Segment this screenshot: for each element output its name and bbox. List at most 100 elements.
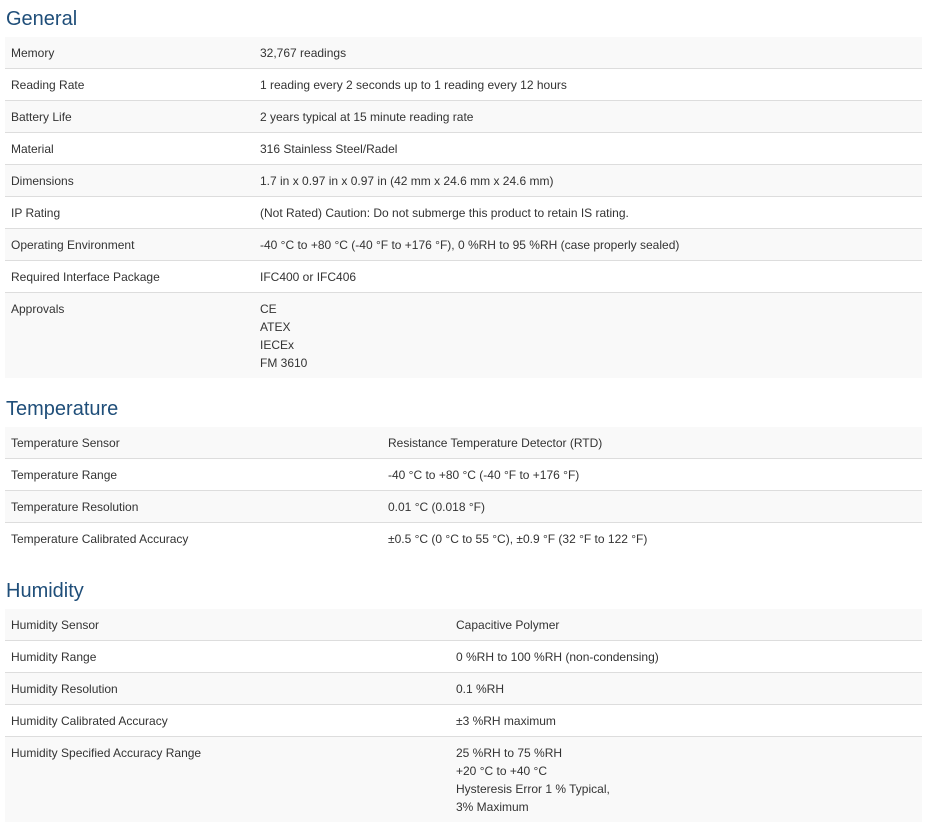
- spec-value-cell: 0 %RH to 100 %RH (non-condensing): [450, 640, 922, 673]
- spec-row: Humidity Calibrated Accuracy ±3 %RH maxim…: [5, 704, 922, 737]
- spec-label-cell: Humidity Sensor: [5, 609, 450, 641]
- spec-label: Approvals: [11, 302, 65, 316]
- spec-value-line: ±3 %RH maximum: [456, 714, 556, 728]
- spec-value-line: -40 °C to +80 °C (-40 °F to +176 °F), 0 …: [260, 238, 680, 252]
- spec-value: 2 years typical at 15 minute reading rat…: [260, 101, 916, 132]
- spec-row: Memory 32,767 readings: [5, 37, 922, 69]
- spec-row: Temperature Range -40 °C to +80 °C (-40 °…: [5, 458, 922, 491]
- spec-value-cell: 1 reading every 2 seconds up to 1 readin…: [254, 68, 922, 101]
- spec-label: Temperature Range: [11, 468, 118, 482]
- spec-value-line: Hysteresis Error 1 % Typical,: [456, 782, 610, 796]
- spec-value: 0.01 °C (0.018 °F): [388, 491, 916, 522]
- spec-value-line: -40 °C to +80 °C (-40 °F to +176 °F): [388, 468, 580, 482]
- spec-value-line: ±0.5 °C (0 °C to 55 °C), ±0.9 °F (32 °F …: [388, 532, 648, 546]
- spec-label: Temperature Sensor: [11, 436, 120, 450]
- spec-value: 1.7 in x 0.97 in x 0.97 in (42 mm x 24.6…: [260, 165, 916, 196]
- section-title-humidity: Humidity: [6, 580, 84, 602]
- spec-value-cell: 0.01 °C (0.018 °F): [382, 490, 922, 523]
- general-spec-table: Memory 32,767 readings Reading Rate 1 readi…: [5, 37, 922, 378]
- spec-label-cell: Material: [5, 132, 254, 165]
- spec-label: Required Interface Package: [11, 270, 160, 284]
- spec-value-cell: (Not Rated) Caution: Do not submerge thi…: [254, 196, 922, 229]
- spec-value: CE ATEX IECEx FM 3610: [260, 293, 916, 378]
- section-title-general: General: [6, 8, 78, 30]
- spec-value: (Not Rated) Caution: Do not submerge thi…: [260, 197, 916, 228]
- spec-value-cell: 2 years typical at 15 minute reading rat…: [254, 100, 922, 133]
- spec-label-cell: Humidity Resolution: [5, 672, 450, 705]
- spec-value: 32,767 readings: [260, 37, 916, 68]
- spec-value-cell: CE ATEX IECEx FM 3610: [254, 292, 922, 378]
- spec-value-line: 32,767 readings: [260, 46, 347, 60]
- spec-label: Reading Rate: [11, 78, 85, 92]
- spec-label: Humidity Resolution: [11, 682, 118, 696]
- spec-label: IP Rating: [11, 206, 61, 220]
- spec-label-cell: Dimensions: [5, 164, 254, 197]
- spec-value: -40 °C to +80 °C (-40 °F to +176 °F): [388, 459, 916, 490]
- spec-value-cell: IFC400 or IFC406: [254, 260, 922, 293]
- spec-label-cell: Humidity Specified Accuracy Range: [5, 736, 450, 822]
- spec-value-cell: 32,767 readings: [254, 37, 922, 69]
- spec-label: Temperature Calibrated Accuracy: [11, 532, 189, 546]
- spec-label-cell: Operating Environment: [5, 228, 254, 261]
- spec-value-cell: 0.1 %RH: [450, 672, 922, 705]
- spec-row: Dimensions 1.7 in x 0.97 in x 0.97 in (42…: [5, 164, 922, 197]
- spec-row: Humidity Resolution 0.1 %RH: [5, 672, 922, 705]
- spec-row: Required Interface Package IFC400 or IFC4…: [5, 260, 922, 293]
- spec-value-cell: ±3 %RH maximum: [450, 704, 922, 737]
- spec-row: Humidity Range 0 %RH to 100 %RH (non-cond…: [5, 640, 922, 673]
- spec-label: Humidity Specified Accuracy Range: [11, 746, 202, 760]
- spec-value-line: IFC400 or IFC406: [260, 270, 357, 284]
- spec-value: 0.1 %RH: [456, 673, 916, 704]
- spec-value: 316 Stainless Steel/Radel: [260, 133, 916, 164]
- spec-value-line: FM 3610: [260, 356, 308, 370]
- spec-value: Resistance Temperature Detector (RTD): [388, 427, 916, 458]
- spec-value-cell: 316 Stainless Steel/Radel: [254, 132, 922, 165]
- section-title-temperature: Temperature: [6, 398, 119, 420]
- spec-value-line: (Not Rated) Caution: Do not submerge thi…: [260, 206, 629, 220]
- spec-row: Approvals CE ATEX IECEx FM 3610: [5, 292, 922, 378]
- spec-value: -40 °C to +80 °C (-40 °F to +176 °F), 0 …: [260, 229, 916, 260]
- spec-label: Humidity Range: [11, 650, 97, 664]
- spec-value-cell: 25 %RH to 75 %RH +20 °C to +40 °C Hysteres…: [450, 736, 922, 822]
- spec-value: 0 %RH to 100 %RH (non-condensing): [456, 641, 916, 672]
- spec-value-line: 316 Stainless Steel/Radel: [260, 142, 398, 156]
- spec-label-cell: Required Interface Package: [5, 260, 254, 293]
- spec-label-cell: Humidity Range: [5, 640, 450, 673]
- spec-value-line: 0 %RH to 100 %RH (non-condensing): [456, 650, 659, 664]
- spec-row: Battery Life 2 years typical at 15 minute…: [5, 100, 922, 133]
- spec-label-cell: IP Rating: [5, 196, 254, 229]
- spec-value-cell: ±0.5 °C (0 °C to 55 °C), ±0.9 °F (32 °F …: [382, 522, 922, 554]
- spec-value-cell: Resistance Temperature Detector (RTD): [382, 427, 922, 459]
- spec-value-line: Capacitive Polymer: [456, 618, 560, 632]
- spec-label: Temperature Resolution: [11, 500, 139, 514]
- spec-label-cell: Reading Rate: [5, 68, 254, 101]
- spec-value-line: 0.01 °C (0.018 °F): [388, 500, 485, 514]
- spec-value-line: +20 °C to +40 °C: [456, 764, 547, 778]
- spec-row: Operating Environment -40 °C to +80 °C (-…: [5, 228, 922, 261]
- spec-value: ±0.5 °C (0 °C to 55 °C), ±0.9 °F (32 °F …: [388, 523, 916, 554]
- spec-value-line: 25 %RH to 75 %RH: [456, 746, 563, 760]
- spec-label: Humidity Sensor: [11, 618, 100, 632]
- spec-row: Material 316 Stainless Steel/Radel: [5, 132, 922, 165]
- spec-label: Memory: [11, 46, 55, 60]
- spec-value: ±3 %RH maximum: [456, 705, 916, 736]
- temperature-spec-table: Temperature Sensor Resistance Temperature…: [5, 427, 922, 554]
- spec-value-line: 1.7 in x 0.97 in x 0.97 in (42 mm x 24.6…: [260, 174, 554, 188]
- spec-label-cell: Memory: [5, 37, 254, 69]
- spec-value: IFC400 or IFC406: [260, 261, 916, 292]
- spec-value-line: 0.1 %RH: [456, 682, 505, 696]
- spec-value-cell: -40 °C to +80 °C (-40 °F to +176 °F), 0 …: [254, 228, 922, 261]
- spec-value-line: CE: [260, 302, 277, 316]
- spec-value-line: IECEx: [260, 338, 295, 352]
- spec-label-cell: Temperature Resolution: [5, 490, 382, 523]
- spec-value: Capacitive Polymer: [456, 609, 916, 640]
- spec-label: Battery Life: [11, 110, 72, 124]
- humidity-spec-table: Humidity Sensor Capacitive Polymer Humidit…: [5, 609, 922, 822]
- spec-value-line: Resistance Temperature Detector (RTD): [388, 436, 603, 450]
- spec-row: Temperature Sensor Resistance Temperature…: [5, 427, 922, 459]
- spec-row: Humidity Sensor Capacitive Polymer: [5, 609, 922, 641]
- spec-value: 25 %RH to 75 %RH +20 °C to +40 °C Hysteres…: [456, 737, 916, 822]
- spec-label: Operating Environment: [11, 238, 135, 252]
- spec-value-line: ATEX: [260, 320, 291, 334]
- spec-row: Humidity Specified Accuracy Range 25 %RH …: [5, 736, 922, 822]
